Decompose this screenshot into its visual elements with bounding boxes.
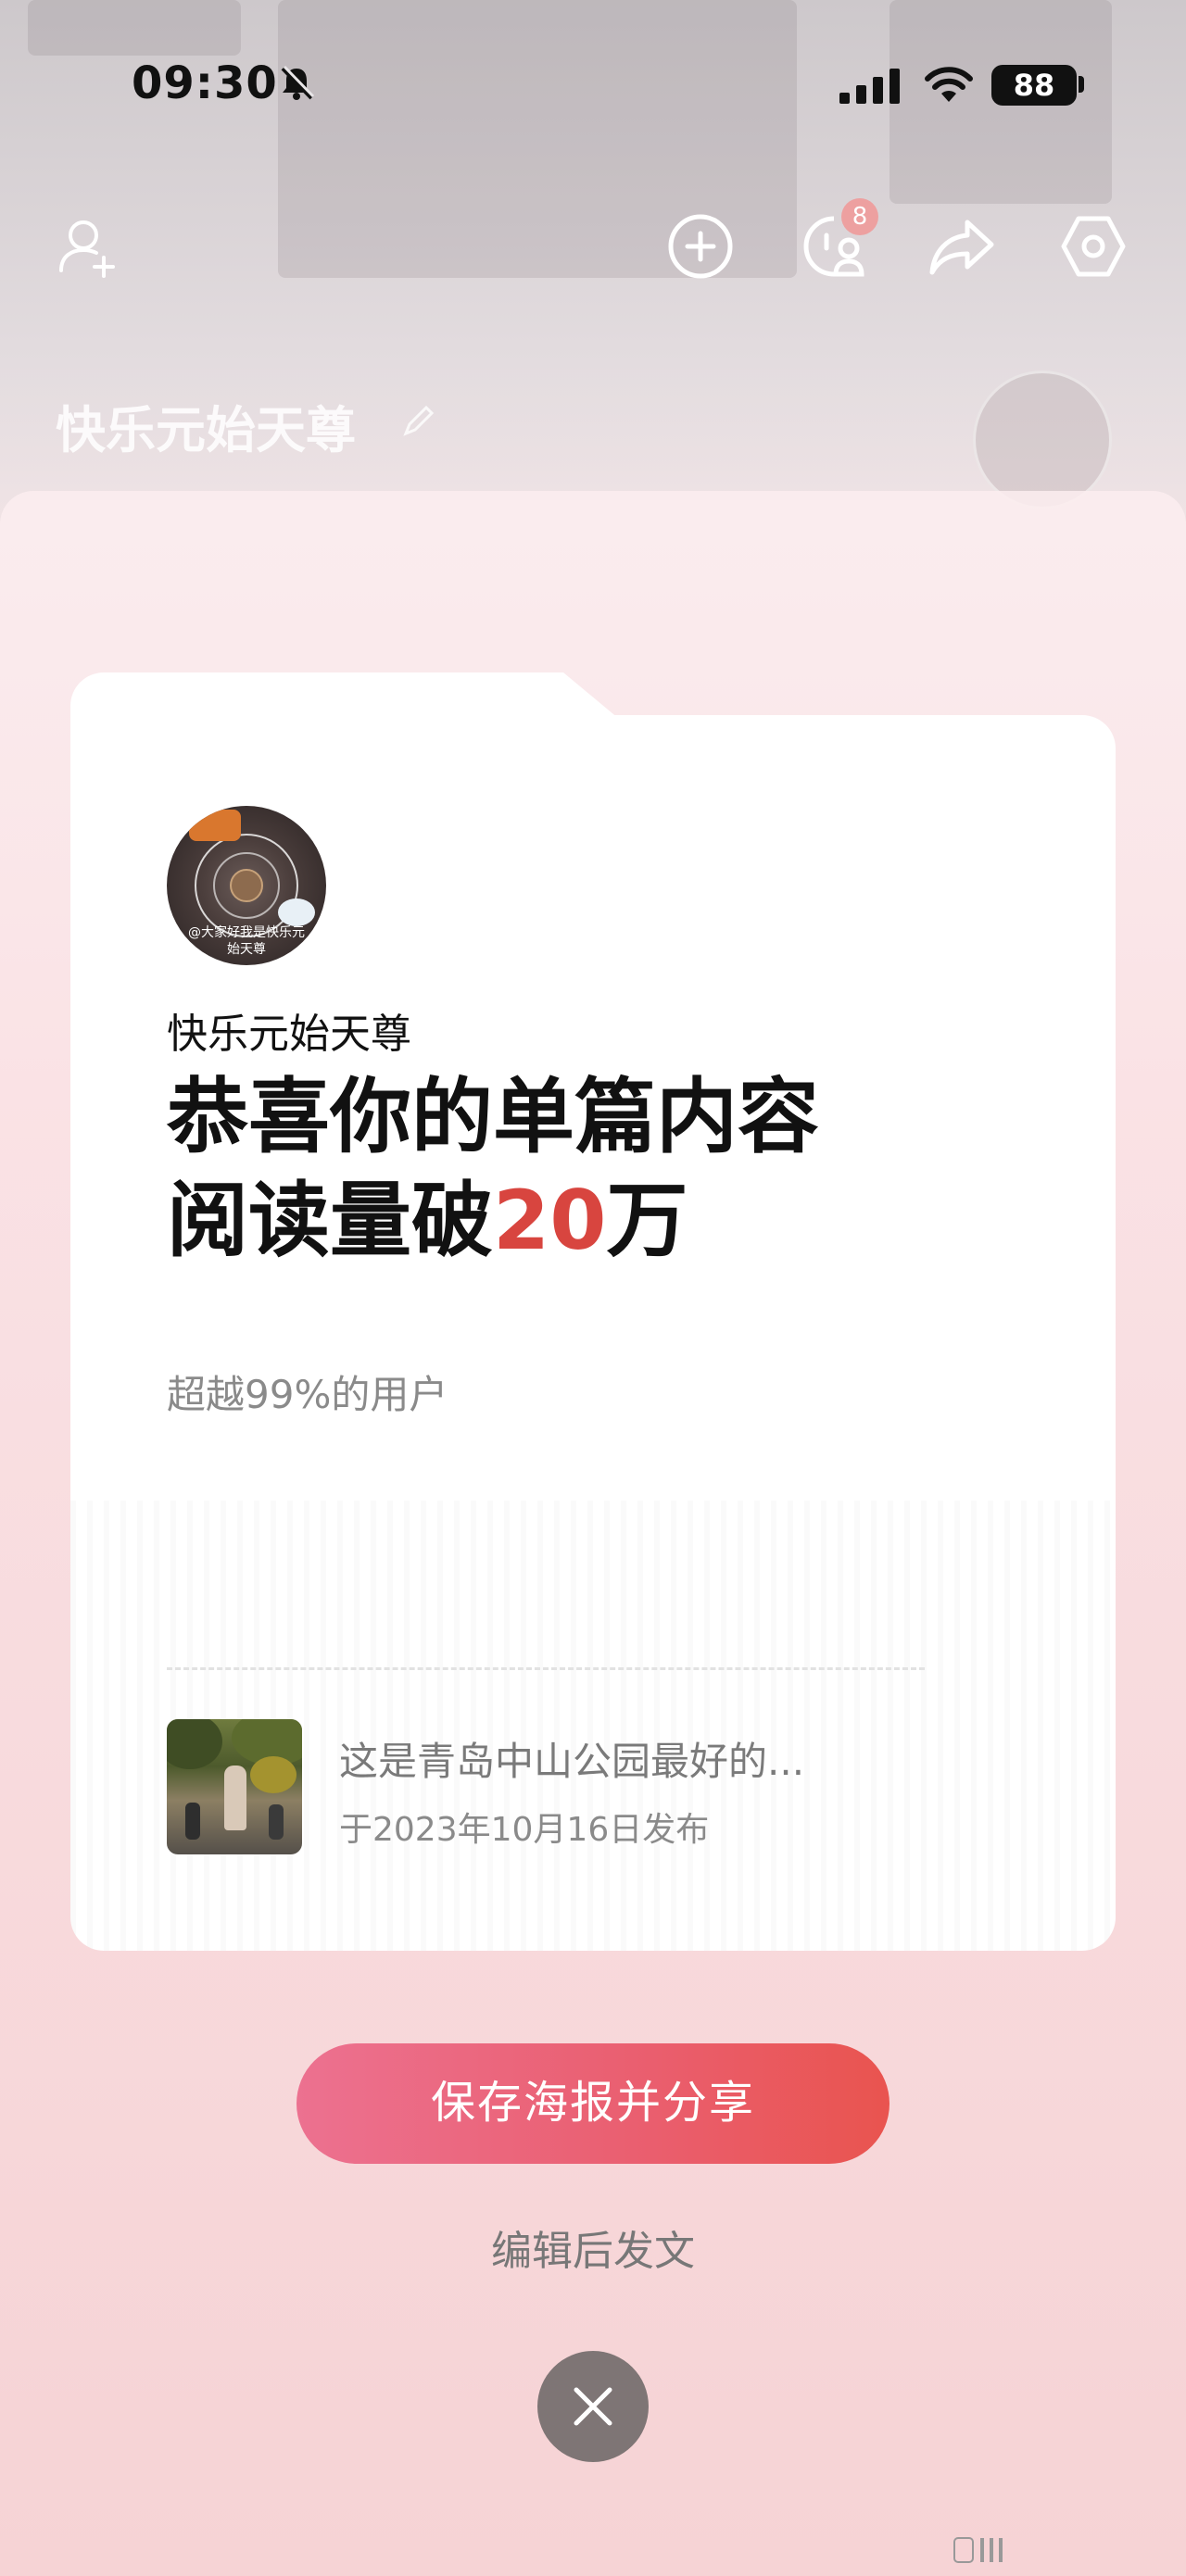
add-friend-icon[interactable] xyxy=(52,209,126,283)
battery-nub xyxy=(1079,76,1084,93)
bell-muted-icon xyxy=(278,65,315,106)
achievement-subtitle: 超越99%的用户 xyxy=(167,1372,448,1417)
dashed-divider xyxy=(167,1667,925,1670)
user-avatar: @大家好我是快乐元始天尊 xyxy=(167,806,326,965)
share-arrow-icon[interactable] xyxy=(925,209,999,283)
headline-line-2: 阅读量破20万 xyxy=(167,1169,982,1273)
achievement-headline: 恭喜你的单篇内容 阅读量破20万 xyxy=(167,1065,982,1273)
system-indicator xyxy=(953,2534,1019,2570)
save-poster-share-button[interactable]: 保存海报并分享 xyxy=(296,2043,890,2164)
battery-indicator: 88 xyxy=(991,65,1077,106)
background-profile-name: 快乐元始天尊 xyxy=(56,401,356,459)
card-user-name: 快乐元始天尊 xyxy=(167,1011,411,1058)
edit-post-link[interactable]: 编辑后发文 xyxy=(0,2218,1186,2277)
post-date: 于2023年10月16日发布 xyxy=(339,1811,710,1849)
headline-line-1: 恭喜你的单篇内容 xyxy=(167,1069,820,1164)
headline-suffix: 万 xyxy=(606,1173,688,1268)
headline-number: 20 xyxy=(493,1173,607,1268)
close-button[interactable] xyxy=(537,2351,649,2462)
close-icon xyxy=(574,2387,612,2426)
post-title[interactable]: 这是青岛中山公园最好的... xyxy=(339,1730,858,1787)
status-bar: 09:30 88 xyxy=(0,0,1186,167)
status-time: 09:30 xyxy=(132,57,278,109)
settings-icon[interactable] xyxy=(1056,209,1130,283)
wifi-icon xyxy=(923,65,975,107)
avatar-caption: @大家好我是快乐元始天尊 xyxy=(188,925,305,957)
headline-prefix: 阅读量破 xyxy=(167,1173,494,1268)
add-circle-icon[interactable] xyxy=(663,209,738,283)
notification-badge: 8 xyxy=(841,198,878,235)
background-avatar xyxy=(973,371,1112,509)
cellular-signal-icon xyxy=(839,67,901,107)
post-thumbnail[interactable] xyxy=(167,1719,302,1854)
edit-pencil-icon xyxy=(400,402,437,443)
